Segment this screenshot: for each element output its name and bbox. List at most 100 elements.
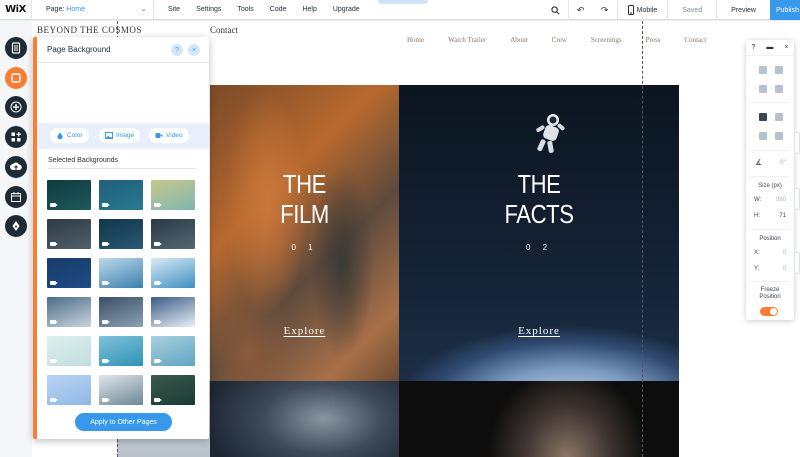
apply-to-other-pages-button[interactable]: Apply to Other Pages xyxy=(75,413,172,431)
facts-explore-link[interactable]: Explore xyxy=(399,325,679,337)
paste-icon[interactable] xyxy=(775,66,783,74)
site-title[interactable]: BEYOND THE COSMOS xyxy=(37,25,142,35)
menu-tools[interactable]: Tools xyxy=(229,6,261,13)
film-tile[interactable]: THE FILM 0 1 Explore xyxy=(210,85,399,381)
background-icon[interactable] xyxy=(5,67,27,89)
top-drawer-handle[interactable] xyxy=(378,0,428,4)
background-thumbnail[interactable] xyxy=(151,219,195,249)
close-icon[interactable]: × xyxy=(784,44,788,51)
panel-header[interactable]: Page Background ? × xyxy=(37,37,209,63)
site-nav-home[interactable]: Home xyxy=(407,36,424,44)
background-thumbnail[interactable] xyxy=(99,336,143,366)
right-grid-guide xyxy=(642,21,643,457)
background-thumbnail[interactable] xyxy=(47,180,91,210)
right-edge-handle[interactable] xyxy=(794,132,800,154)
copy-icon[interactable] xyxy=(759,66,767,74)
undo-icon[interactable]: ↶ xyxy=(569,0,593,20)
background-thumbnail[interactable] xyxy=(99,219,143,249)
match-size-icon[interactable] xyxy=(775,132,783,140)
image-button[interactable]: Image xyxy=(99,128,141,143)
freeze-position-toggle[interactable] xyxy=(760,307,778,316)
page-selector-label: Page: xyxy=(46,6,65,13)
upload-icon[interactable] xyxy=(5,156,27,178)
delete-icon[interactable] xyxy=(775,85,783,93)
background-thumbnail[interactable] xyxy=(151,336,195,366)
portrait-image-tile[interactable] xyxy=(399,381,679,457)
video-camera-icon xyxy=(154,281,162,285)
align-icon[interactable] xyxy=(759,132,767,140)
help-button[interactable]: ? xyxy=(171,44,183,56)
facts-tile-line1: THE xyxy=(517,169,561,199)
background-thumbnail[interactable] xyxy=(47,258,91,288)
page-selector-value: Home xyxy=(66,6,85,13)
menu-site[interactable]: Site xyxy=(160,6,188,13)
background-thumbnail[interactable] xyxy=(151,297,195,327)
background-thumbnail[interactable] xyxy=(99,180,143,210)
color-button[interactable]: Color xyxy=(50,128,89,143)
duplicate-icon[interactable] xyxy=(759,85,767,93)
facts-tile[interactable]: THE FACTS 0 2 Explore xyxy=(399,85,679,381)
menu-upgrade[interactable]: Upgrade xyxy=(325,6,368,13)
site-contact-text[interactable]: Contact xyxy=(210,25,238,35)
distribute-icon[interactable] xyxy=(775,113,783,121)
film-explore-link[interactable]: Explore xyxy=(210,325,399,337)
y-input[interactable]: 0 xyxy=(783,266,786,272)
add-icon[interactable] xyxy=(5,96,27,118)
site-nav-press[interactable]: Press xyxy=(646,36,661,44)
background-thumbnail[interactable] xyxy=(47,219,91,249)
publish-button[interactable]: Publish xyxy=(770,0,800,20)
right-edge-handle[interactable] xyxy=(794,188,800,210)
size-label: Size (px) xyxy=(758,183,782,189)
background-thumbnail[interactable] xyxy=(99,375,143,405)
background-thumbnail[interactable] xyxy=(151,180,195,210)
mobile-icon xyxy=(627,5,634,15)
inspector-header[interactable]: ? ▬ × xyxy=(746,40,794,56)
preview-button[interactable]: Preview xyxy=(717,7,770,14)
background-thumbnail[interactable] xyxy=(99,297,143,327)
wix-logo[interactable]: WiX xyxy=(0,0,32,20)
background-type-strip: Color Image Video xyxy=(37,123,209,149)
divider xyxy=(751,229,789,230)
arrange-icon[interactable] xyxy=(759,113,767,121)
background-thumbnail[interactable] xyxy=(151,375,195,405)
editor-top-bar: WiX Page: Home ⌄ Site Settings Tools Cod… xyxy=(0,0,800,20)
blog-icon[interactable] xyxy=(5,186,27,208)
menu-code[interactable]: Code xyxy=(262,6,295,13)
rotation-value[interactable]: 0° xyxy=(780,160,786,166)
x-input[interactable]: 0 xyxy=(783,250,786,256)
site-nav-watch-trailer[interactable]: Watch Trailer xyxy=(448,36,486,44)
rotate-icon[interactable]: ∡ xyxy=(755,158,762,167)
freeze-position-label: Freeze Position xyxy=(759,287,781,300)
minimize-icon[interactable]: ▬ xyxy=(766,44,773,51)
height-input[interactable]: 71 xyxy=(779,213,786,219)
background-thumbnail[interactable] xyxy=(151,258,195,288)
redo-icon[interactable]: ↷ xyxy=(593,0,617,20)
background-thumbnail[interactable] xyxy=(47,375,91,405)
site-nav[interactable]: Home Watch Trailer About Crew Screenings… xyxy=(407,36,730,44)
video-button[interactable]: Video xyxy=(149,128,189,143)
width-input[interactable]: 980 xyxy=(776,197,786,203)
zoom-icon[interactable] xyxy=(544,0,568,20)
background-thumbnail[interactable] xyxy=(47,297,91,327)
site-nav-contact[interactable]: Contact xyxy=(684,36,706,44)
menu-settings[interactable]: Settings xyxy=(188,6,229,13)
background-thumbnail[interactable] xyxy=(99,258,143,288)
site-nav-crew[interactable]: Crew xyxy=(552,36,567,44)
inspector-help-button[interactable]: ? xyxy=(752,44,756,51)
video-camera-icon xyxy=(154,320,162,324)
background-thumbnail[interactable] xyxy=(47,336,91,366)
satellite-image-tile[interactable] xyxy=(210,381,399,457)
close-button[interactable]: × xyxy=(188,44,200,56)
video-camera-icon xyxy=(154,398,162,402)
mobile-switch[interactable]: Mobile xyxy=(618,5,668,15)
pen-icon[interactable] xyxy=(5,215,27,237)
add-apps-icon[interactable] xyxy=(5,126,27,148)
page-selector[interactable]: Page: Home ⌄ xyxy=(32,0,154,20)
pages-icon[interactable] xyxy=(5,37,27,59)
video-camera-icon xyxy=(50,242,58,246)
position-label: Position xyxy=(759,236,781,242)
site-nav-about[interactable]: About xyxy=(510,36,528,44)
right-edge-handle[interactable] xyxy=(794,252,800,274)
site-nav-screenings[interactable]: Screenings xyxy=(591,36,622,44)
menu-help[interactable]: Help xyxy=(294,6,324,13)
